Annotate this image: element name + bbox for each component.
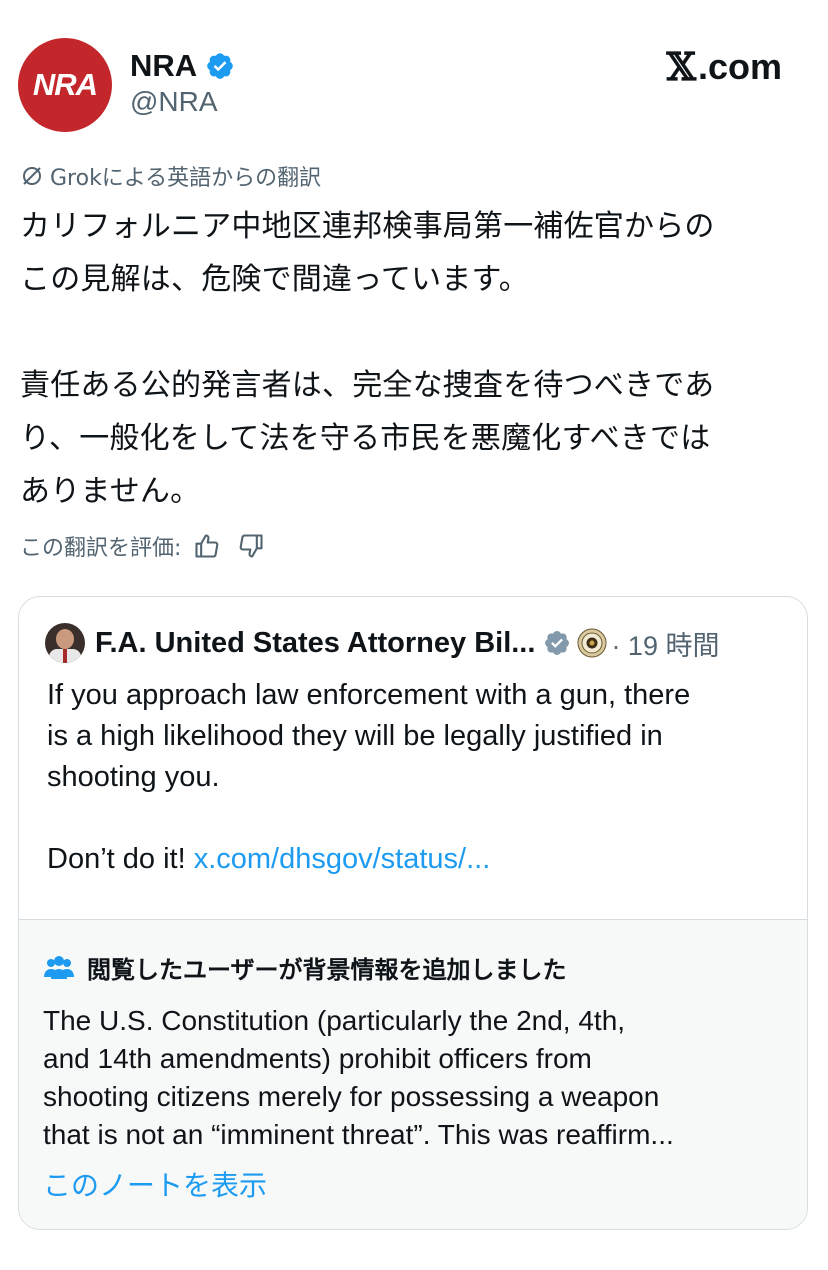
translation-label: Grokによる英語からの翻訳 — [50, 166, 322, 191]
brand-domain-text: .com — [697, 45, 782, 87]
x-brand-logo: 𝕏 .com — [666, 44, 782, 89]
quoted-post-card[interactable]: F.A. United States Attorney Bil... · 19 … — [18, 596, 808, 1230]
rate-translation-label: この翻訳を評価: — [20, 536, 182, 561]
community-note-text: The U.S. Constitution (particularly the … — [43, 1005, 674, 1150]
translation-note: Grokによる英語からの翻訳 — [20, 160, 321, 192]
author-name-row: NRA — [130, 44, 235, 88]
quoted-post-text: If you approach law enforcement with a g… — [47, 675, 787, 880]
community-note-header: 閲覧したユーザーが背景情報を追加しました — [43, 950, 567, 985]
quoted-post-link[interactable]: x.com/dhsgov/status/... — [194, 843, 491, 875]
doj-seal-icon — [577, 628, 607, 658]
quoted-post-time[interactable]: · 19 時間 — [611, 624, 719, 663]
quoted-post-header: F.A. United States Attorney Bil... · 19 … — [45, 623, 719, 663]
people-icon — [44, 955, 74, 979]
author-handle[interactable]: @NRA — [130, 86, 218, 118]
x-logo-icon: 𝕏 — [666, 44, 696, 89]
post-text: カリフォルニア中地区連邦検事局第一補佐官からの この見解は、危険で間違っています… — [20, 209, 715, 509]
verified-badge-icon — [207, 53, 233, 79]
grok-icon — [23, 167, 41, 185]
thumbs-down-icon[interactable] — [237, 532, 265, 560]
avatar-logo-text: NRA — [32, 67, 98, 102]
rate-translation-row: この翻訳を評価: — [20, 530, 265, 562]
author-display-name[interactable]: NRA — [130, 48, 197, 84]
gov-verified-badge-icon — [545, 631, 570, 655]
author-avatar[interactable]: NRA — [18, 38, 112, 132]
community-note[interactable]: 閲覧したユーザーが背景情報を追加しました The U.S. Constituti… — [19, 919, 807, 1229]
quoted-author-avatar[interactable] — [45, 623, 85, 663]
community-note-title: 閲覧したユーザーが背景情報を追加しました — [87, 956, 567, 984]
show-note-link[interactable]: このノートを表示 — [43, 1164, 267, 1204]
thumbs-up-icon[interactable] — [193, 532, 221, 560]
quoted-author-name[interactable]: F.A. United States Attorney Bil... — [95, 627, 535, 660]
